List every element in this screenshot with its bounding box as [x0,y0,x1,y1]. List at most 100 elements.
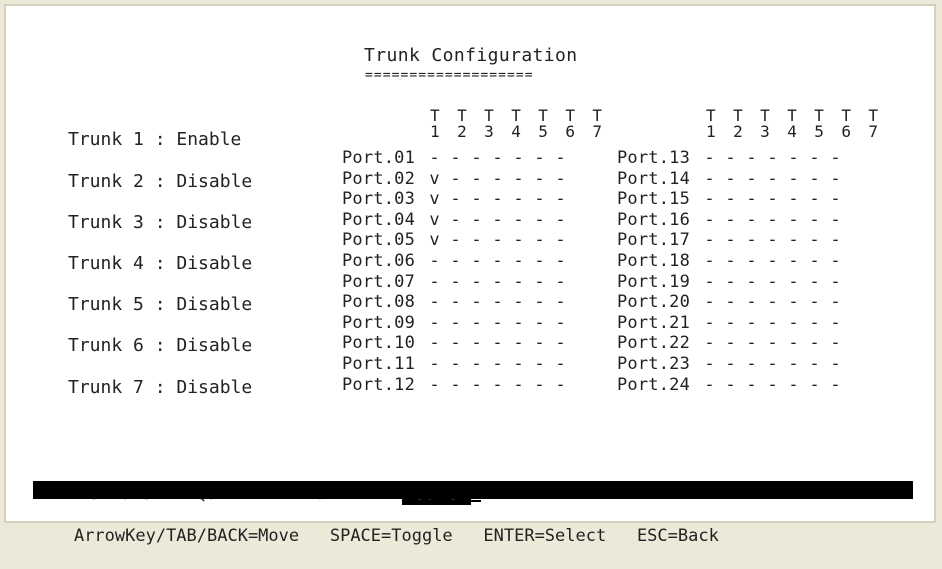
trunk-member-toggle[interactable]: - [699,292,720,312]
trunk-status[interactable]: Disable [176,294,252,315]
trunk-member-toggle[interactable]: - [424,272,445,292]
trunk-member-toggle[interactable]: - [466,313,487,333]
trunk-member-toggle[interactable]: - [529,210,550,230]
trunk-member-toggle[interactable]: - [720,251,741,271]
trunk-member-toggle[interactable]: - [550,251,571,271]
trunk-member-toggle[interactable]: - [762,333,783,353]
trunk-member-toggle[interactable]: - [804,272,825,292]
trunk-member-toggle[interactable]: - [529,148,550,168]
trunk-member-toggle[interactable]: - [508,354,529,374]
trunk-member-toggle[interactable]: - [424,375,445,395]
trunk-member-toggle[interactable]: - [762,148,783,168]
trunk-member-toggle[interactable]: - [445,169,466,189]
trunk-member-toggle[interactable]: - [487,210,508,230]
trunk-row[interactable]: Trunk 2 : Disable [68,172,252,192]
trunk-member-toggle[interactable]: - [804,210,825,230]
trunk-member-toggle[interactable]: - [804,375,825,395]
trunk-member-toggle[interactable]: - [741,375,762,395]
trunk-member-toggle[interactable]: - [783,148,804,168]
trunk-member-toggle[interactable]: - [466,251,487,271]
trunk-member-toggle[interactable]: - [741,210,762,230]
trunk-row[interactable]: Trunk 7 : Disable [68,378,252,398]
trunk-member-toggle[interactable]: - [529,292,550,312]
trunk-status[interactable]: Disable [176,171,252,192]
trunk-member-toggle[interactable]: - [487,189,508,209]
trunk-member-toggle[interactable]: - [487,148,508,168]
trunk-member-toggle[interactable]: - [508,272,529,292]
trunk-member-toggle[interactable]: v [424,210,445,230]
trunk-member-toggle[interactable]: - [550,169,571,189]
trunk-member-toggle[interactable]: - [825,169,846,189]
trunk-member-toggle[interactable]: - [720,189,741,209]
trunk-member-toggle[interactable]: - [550,148,571,168]
trunk-status[interactable]: Disable [176,335,252,356]
trunk-member-toggle[interactable]: - [783,292,804,312]
trunk-member-toggle[interactable]: - [466,230,487,250]
trunk-member-toggle[interactable]: - [466,375,487,395]
trunk-member-toggle[interactable]: - [783,272,804,292]
trunk-status[interactable]: Disable [176,212,252,233]
trunk-member-toggle[interactable]: - [762,210,783,230]
trunk-member-toggle[interactable]: - [825,272,846,292]
trunk-member-toggle[interactable]: - [466,189,487,209]
trunk-member-toggle[interactable]: - [741,148,762,168]
trunk-member-toggle[interactable]: - [424,333,445,353]
trunk-member-toggle[interactable]: - [529,354,550,374]
trunk-member-toggle[interactable]: - [699,230,720,250]
trunk-member-toggle[interactable]: - [445,375,466,395]
trunk-member-toggle[interactable]: - [445,210,466,230]
trunk-member-toggle[interactable]: - [762,272,783,292]
trunk-member-toggle[interactable]: - [741,169,762,189]
trunk-member-toggle[interactable]: - [466,148,487,168]
trunk-member-toggle[interactable]: - [550,375,571,395]
trunk-member-toggle[interactable]: - [550,230,571,250]
trunk-member-toggle[interactable]: - [699,251,720,271]
trunk-member-toggle[interactable]: - [508,313,529,333]
trunk-member-toggle[interactable]: - [762,251,783,271]
trunk-member-toggle[interactable]: - [466,210,487,230]
trunk-member-toggle[interactable]: - [741,189,762,209]
trunk-member-toggle[interactable]: - [487,292,508,312]
trunk-member-toggle[interactable]: - [825,292,846,312]
trunk-member-toggle[interactable]: - [720,375,741,395]
trunk-member-toggle[interactable]: - [804,292,825,312]
trunk-member-toggle[interactable]: - [825,148,846,168]
trunk-member-toggle[interactable]: - [466,272,487,292]
trunk-member-toggle[interactable]: - [762,313,783,333]
trunk-member-toggle[interactable]: - [741,272,762,292]
trunk-member-toggle[interactable]: - [762,169,783,189]
trunk-member-toggle[interactable]: - [762,230,783,250]
trunk-row[interactable]: Trunk 5 : Disable [68,295,252,315]
trunk-member-toggle[interactable]: - [550,272,571,292]
trunk-member-toggle[interactable]: - [487,251,508,271]
trunk-member-toggle[interactable]: - [529,189,550,209]
trunk-member-toggle[interactable]: - [825,230,846,250]
trunk-member-toggle[interactable]: - [825,375,846,395]
trunk-member-toggle[interactable]: - [783,313,804,333]
trunk-member-toggle[interactable]: - [720,230,741,250]
trunk-member-toggle[interactable]: - [508,230,529,250]
trunk-member-toggle[interactable]: - [825,251,846,271]
trunk-member-toggle[interactable]: - [762,292,783,312]
trunk-member-toggle[interactable]: - [487,230,508,250]
trunk-member-toggle[interactable]: - [550,333,571,353]
trunk-member-toggle[interactable]: - [550,354,571,374]
trunk-row[interactable]: Trunk 6 : Disable [68,336,252,356]
trunk-row[interactable]: Trunk 3 : Disable [68,213,252,233]
trunk-member-toggle[interactable]: - [445,251,466,271]
trunk-member-toggle[interactable]: - [508,292,529,312]
trunk-member-toggle[interactable]: - [508,169,529,189]
trunk-member-toggle[interactable]: - [529,313,550,333]
trunk-member-toggle[interactable]: - [699,169,720,189]
trunk-member-toggle[interactable]: - [699,333,720,353]
trunk-member-toggle[interactable]: - [445,333,466,353]
trunk-member-toggle[interactable]: - [529,272,550,292]
trunk-member-toggle[interactable]: - [466,333,487,353]
trunk-member-toggle[interactable]: - [424,292,445,312]
trunk-member-toggle[interactable]: - [783,333,804,353]
trunk-status[interactable]: Disable [176,253,252,274]
trunk-member-toggle[interactable]: - [529,251,550,271]
trunk-member-toggle[interactable]: - [445,313,466,333]
trunk-status[interactable]: Disable [176,377,252,398]
trunk-row[interactable]: Trunk 4 : Disable [68,254,252,274]
